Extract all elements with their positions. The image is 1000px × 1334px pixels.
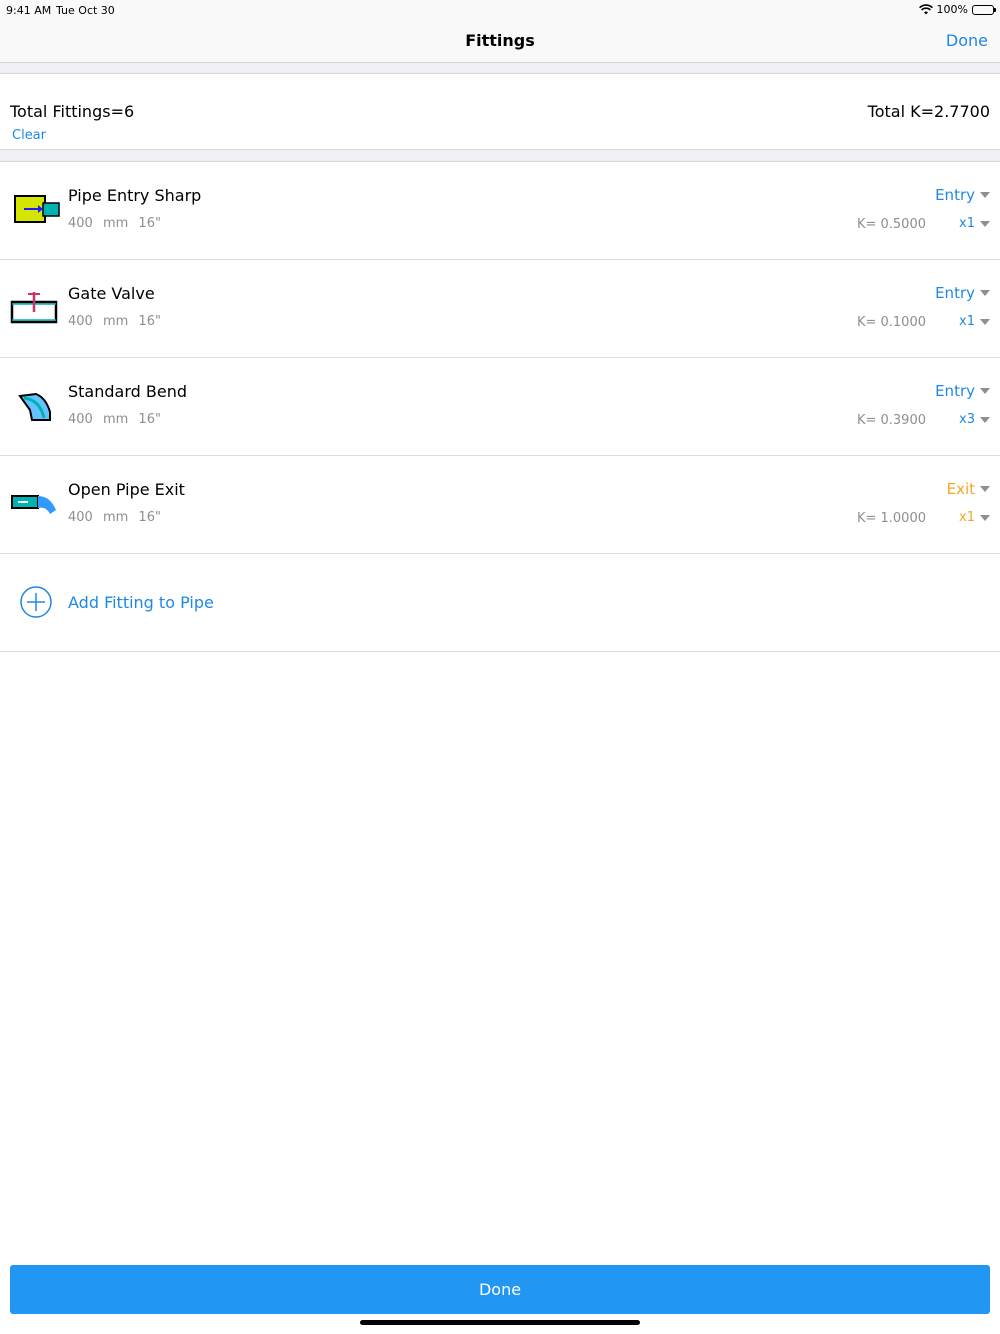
fitting-row[interactable]: Pipe Entry Sharp 400 mm 16" Entry K= 0.5… — [0, 162, 1000, 260]
section-gap — [0, 150, 1000, 161]
fitting-size: 400 mm 16" — [68, 314, 161, 329]
status-right: 100% — [918, 3, 996, 16]
chevron-down-icon — [980, 388, 990, 394]
open-pipe-exit-icon — [11, 495, 56, 514]
fittings-list: Pipe Entry Sharp 400 mm 16" Entry K= 0.5… — [0, 161, 1000, 652]
fitting-row[interactable]: Standard Bend 400 mm 16" Entry K= 0.3900… — [0, 358, 1000, 456]
fitting-size: 400 mm 16" — [68, 412, 161, 427]
chevron-down-icon — [980, 290, 990, 296]
fitting-k-value: K= 0.3900 — [856, 413, 926, 428]
fitting-type-dropdown[interactable]: Entry — [935, 284, 990, 302]
fitting-multiplier-dropdown[interactable]: x3 — [959, 412, 990, 427]
fitting-row[interactable]: Open Pipe Exit 400 mm 16" Exit K= 1.0000… — [0, 456, 1000, 554]
standard-bend-icon — [18, 392, 51, 421]
nav-bar: Fittings Done — [0, 20, 1000, 63]
fitting-name: Pipe Entry Sharp — [68, 186, 202, 205]
fitting-type-dropdown[interactable]: Entry — [935, 186, 990, 204]
chevron-down-icon — [980, 220, 990, 227]
page-title: Fittings — [465, 31, 535, 50]
summary-section: Total Fittings=6 Total K=2.7700 Clear — [0, 73, 1000, 150]
pipe-entry-sharp-icon — [14, 195, 60, 223]
clear-button[interactable]: Clear — [12, 128, 46, 143]
home-indicator — [360, 1320, 640, 1325]
add-fitting-label: Add Fitting to Pipe — [68, 593, 214, 612]
wifi-icon — [918, 4, 933, 15]
fitting-k-value: K= 1.0000 — [856, 511, 926, 526]
battery-percent: 100% — [936, 3, 968, 16]
add-fitting-button[interactable]: Add Fitting to Pipe — [0, 554, 1000, 652]
fitting-multiplier-dropdown[interactable]: x1 — [959, 216, 990, 231]
total-fittings-label: Total Fittings=6 — [10, 102, 135, 121]
fitting-k-value: K= 0.5000 — [856, 217, 926, 232]
fitting-type-dropdown[interactable]: Exit — [947, 480, 990, 498]
plus-circle-icon — [20, 586, 52, 618]
fitting-multiplier-dropdown[interactable]: x1 — [959, 510, 990, 525]
fitting-type-dropdown[interactable]: Entry — [935, 382, 990, 400]
fitting-row[interactable]: Gate Valve 400 mm 16" Entry K= 0.1000 x1 — [0, 260, 1000, 358]
gate-valve-icon — [10, 292, 58, 324]
fitting-k-value: K= 0.1000 — [856, 315, 926, 330]
status-bar: 9:41 AM Tue Oct 30 100% — [0, 0, 1000, 20]
status-time: 9:41 AM — [6, 4, 52, 17]
fitting-name: Standard Bend — [68, 382, 187, 401]
fitting-name: Open Pipe Exit — [68, 480, 185, 499]
done-button-bottom[interactable]: Done — [10, 1265, 990, 1314]
done-button-top[interactable]: Done — [946, 31, 988, 50]
chevron-down-icon — [980, 318, 990, 325]
section-gap — [0, 63, 1000, 73]
status-date: Tue Oct 30 — [56, 4, 115, 17]
chevron-down-icon — [980, 416, 990, 423]
fitting-size: 400 mm 16" — [68, 216, 161, 231]
fitting-size: 400 mm 16" — [68, 510, 161, 525]
chevron-down-icon — [980, 486, 990, 492]
chevron-down-icon — [980, 192, 990, 198]
total-k-label: Total K=2.7700 — [867, 102, 990, 121]
fitting-name: Gate Valve — [68, 284, 155, 303]
battery-icon — [972, 4, 996, 15]
fitting-multiplier-dropdown[interactable]: x1 — [959, 314, 990, 329]
chevron-down-icon — [980, 514, 990, 521]
